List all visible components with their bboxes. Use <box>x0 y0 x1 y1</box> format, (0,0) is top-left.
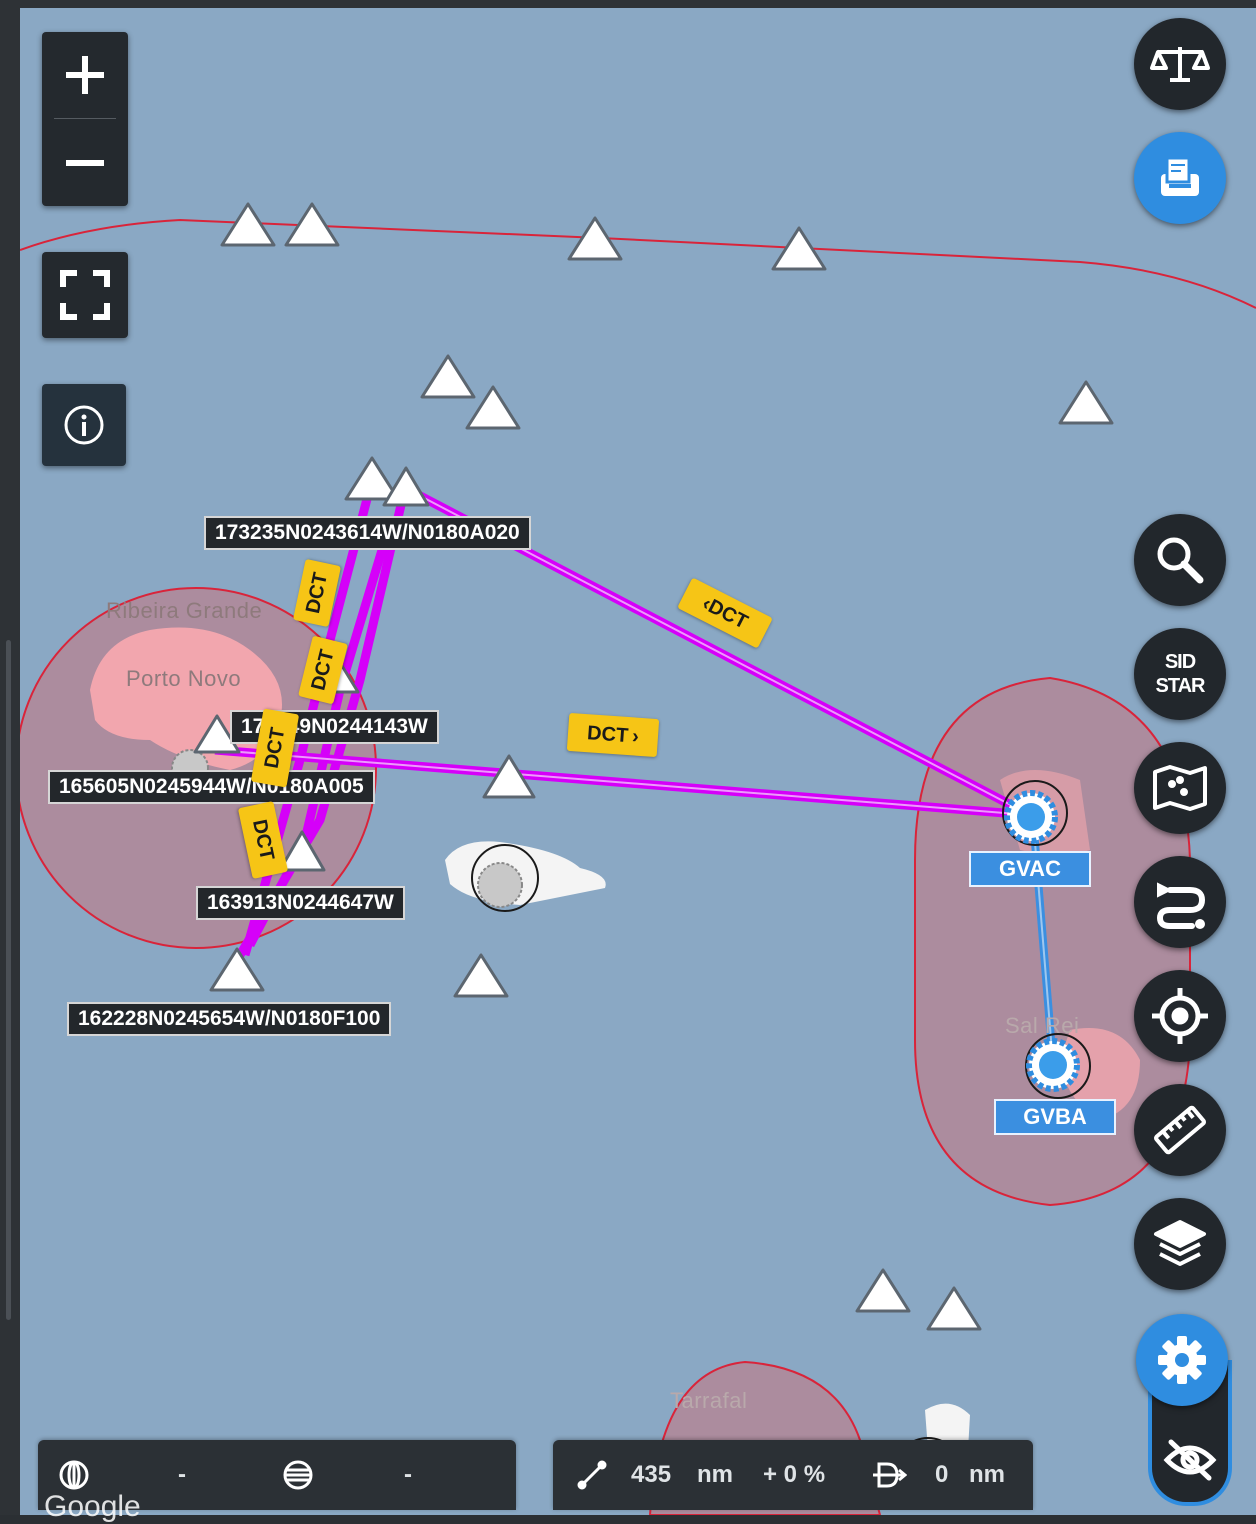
search-icon <box>1157 537 1204 584</box>
percent-value: + 0 % <box>763 1461 826 1488</box>
waypoint-label[interactable]: 162228N0245654W/N0180F100 <box>67 1002 392 1036</box>
town-label-ribeira-grande: Ribeira Grande <box>106 598 263 623</box>
distance-value: 435 <box>631 1461 672 1488</box>
eye-off-icon <box>1163 1439 1217 1481</box>
distance-icon <box>577 1460 607 1490</box>
fir-boundary <box>20 218 1256 309</box>
plus-icon <box>66 56 104 94</box>
bottom-left-value-2: - <box>404 1461 412 1488</box>
zoom-control <box>42 32 128 206</box>
gear-icon <box>1158 1336 1206 1384</box>
navaid-triangle <box>465 385 521 430</box>
offset-value: 0 <box>935 1461 949 1488</box>
ruler-icon <box>1154 1105 1206 1155</box>
navaid-triangle <box>855 1268 911 1313</box>
navaid-triangle <box>926 1286 982 1331</box>
waypoint-label[interactable]: 173235N0243614W/N0180A020 <box>204 516 531 550</box>
map-button[interactable] <box>1134 742 1226 834</box>
search-button[interactable] <box>1134 514 1226 606</box>
info-button[interactable] <box>42 384 126 466</box>
left-scroll-strip <box>0 0 20 1515</box>
map-canvas[interactable]: Ribeira Grande Porto Novo Tarrafal Sal R… <box>20 8 1256 1515</box>
waypoint-label[interactable]: 165605N0245944W/N0180A005 <box>48 770 375 804</box>
zoom-out-button[interactable] <box>42 120 128 206</box>
navaid-triangle <box>209 947 265 992</box>
sid-star-label: SID STAR <box>1155 651 1206 697</box>
distance-unit: nm <box>697 1461 733 1488</box>
map-overlay <box>20 202 1256 1515</box>
fullscreen-button[interactable] <box>42 252 128 338</box>
navaid-triangle <box>453 953 509 998</box>
zoom-in-button[interactable] <box>42 32 128 118</box>
town-label-tarrafal: Tarrafal <box>670 1388 748 1413</box>
waypoint-label[interactable]: 163913N0244647W <box>196 886 405 920</box>
airport-symbol-gvac <box>1002 780 1068 846</box>
visibility-button[interactable] <box>1152 1420 1228 1500</box>
latitude-icon <box>283 1460 313 1490</box>
ruler-button[interactable] <box>1134 1084 1226 1176</box>
dct-tag-mid: DCT › <box>566 712 660 758</box>
balance-icon <box>1150 47 1210 82</box>
offset-icon <box>873 1462 907 1488</box>
printer-icon <box>1161 156 1199 196</box>
bottom-right-bar: 435 nm + 0 % 0 nm <box>553 1440 1033 1510</box>
balance-button[interactable] <box>1134 18 1226 110</box>
top-edge <box>0 0 1256 8</box>
town-label-sal-rei: Sal Rei <box>1005 1013 1080 1038</box>
globe-icon <box>59 1460 89 1490</box>
zoom-divider <box>54 118 116 119</box>
flight-plan-button[interactable] <box>1134 132 1226 224</box>
settings-button[interactable] <box>1136 1314 1228 1406</box>
town-label-porto-novo: Porto Novo <box>126 666 242 691</box>
airport-label-gvba[interactable]: GVBA <box>994 1099 1116 1135</box>
dct-arrow-right: › <box>631 724 640 748</box>
sid-star-button[interactable]: SID STAR <box>1134 628 1226 720</box>
layers-button[interactable] <box>1134 1198 1226 1290</box>
map-icon <box>1153 765 1207 811</box>
google-attribution: Google <box>44 1490 141 1523</box>
navaid-triangle <box>420 354 476 399</box>
bottom-left-value-1: - <box>178 1461 186 1488</box>
route-icon <box>1156 882 1206 929</box>
info-icon <box>64 405 104 445</box>
locate-button[interactable] <box>1134 970 1226 1062</box>
route-button[interactable] <box>1134 856 1226 948</box>
airport-label-gvac[interactable]: GVAC <box>969 851 1091 887</box>
fullscreen-icon <box>60 270 110 320</box>
minus-icon <box>66 160 104 166</box>
layers-icon <box>1154 1220 1206 1266</box>
crosshair-icon <box>1152 988 1208 1044</box>
offset-unit: nm <box>969 1461 1005 1488</box>
navaid-triangle <box>1058 380 1114 425</box>
scrollbar-thumb[interactable] <box>6 640 11 1320</box>
